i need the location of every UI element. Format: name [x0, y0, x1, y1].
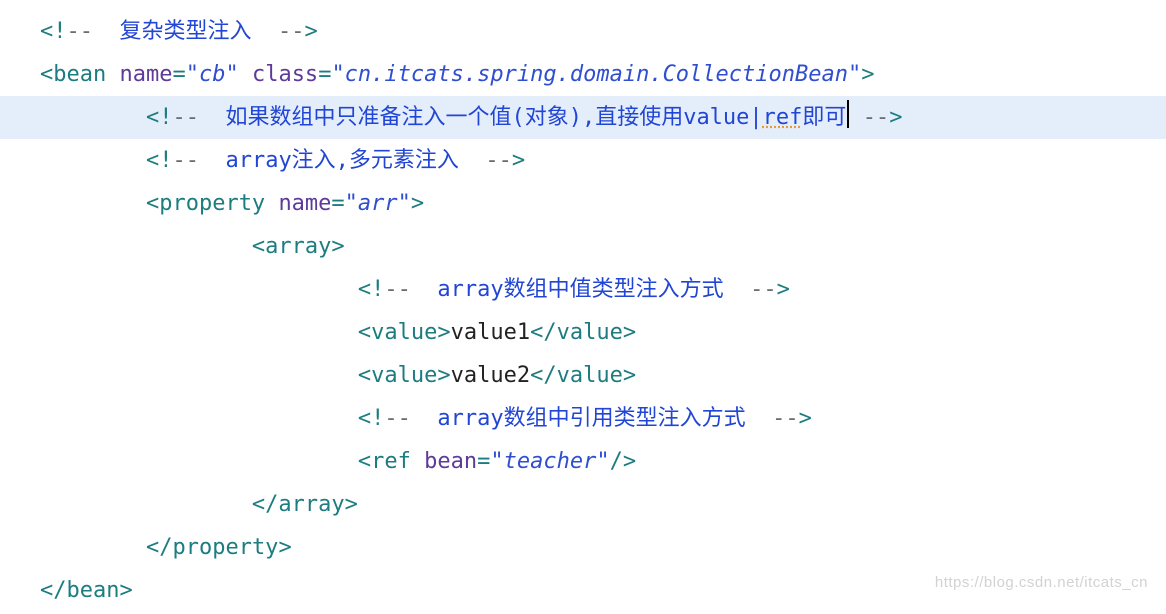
- code-block: <!-- 复杂类型注入 --><bean name="cb" class="cn…: [0, 0, 1166, 612]
- code-line: <!-- 复杂类型注入 -->: [40, 10, 1166, 53]
- code-line: <!-- 如果数组中只准备注入一个值(对象),直接使用value|ref即可 -…: [0, 96, 1166, 139]
- code-line: <value>value1</value>: [40, 311, 1166, 354]
- code-line: <property name="arr">: [40, 182, 1166, 225]
- code-line: <value>value2</value>: [40, 354, 1166, 397]
- code-line: <!-- array数组中引用类型注入方式 -->: [40, 397, 1166, 440]
- watermark-text: https://blog.csdn.net/itcats_cn: [935, 561, 1148, 604]
- code-line: <bean name="cb" class="cn.itcats.spring.…: [40, 53, 1166, 96]
- code-line: <ref bean="teacher"/>: [40, 440, 1166, 483]
- code-line: </array>: [40, 483, 1166, 526]
- code-line: <array>: [40, 225, 1166, 268]
- code-line: <!-- array数组中值类型注入方式 -->: [40, 268, 1166, 311]
- code-line: <!-- array注入,多元素注入 -->: [40, 139, 1166, 182]
